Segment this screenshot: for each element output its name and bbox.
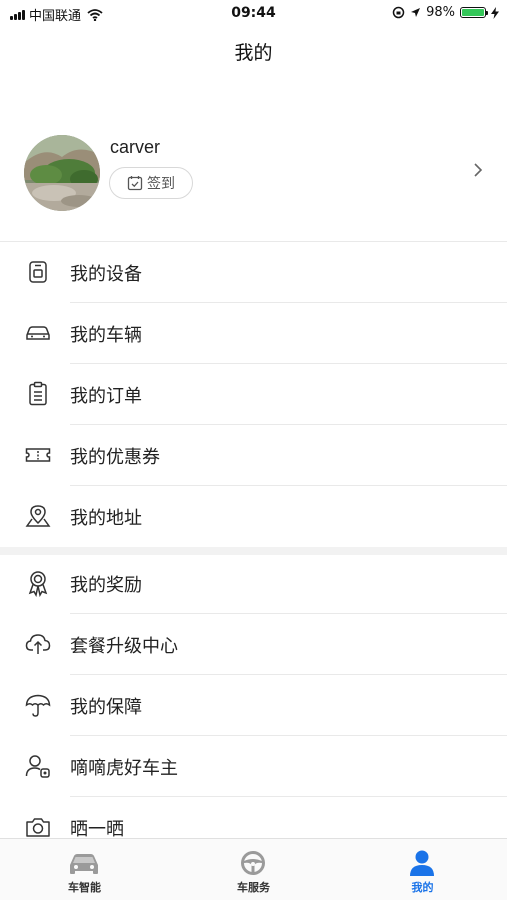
tab-car-service[interactable]: 车服务	[169, 839, 338, 901]
charging-bolt-icon	[491, 6, 499, 19]
user-car-owner-icon	[25, 755, 50, 778]
status-bar: 中国联通 09:44 98%	[0, 0, 507, 28]
tab-label: 车服务	[237, 881, 270, 894]
car-icon	[26, 326, 50, 340]
menu-item-my-vehicles[interactable]: 我的车辆	[0, 303, 507, 364]
avatar[interactable]	[24, 135, 100, 211]
menu-label: 嘀嘀虎好车主	[70, 758, 178, 779]
menu-label: 套餐升级中心	[70, 636, 178, 657]
menu-item-my-address[interactable]: 我的地址	[0, 486, 507, 547]
menu-item-my-orders[interactable]: 我的订单	[0, 364, 507, 425]
menu-item-my-protection[interactable]: 我的保障	[0, 675, 507, 736]
cloud-upload-icon	[25, 634, 51, 654]
device-icon	[29, 261, 47, 283]
menu-item-good-driver[interactable]: 嘀嘀虎好车主	[0, 736, 507, 797]
award-medal-icon	[28, 571, 48, 597]
menu-item-plan-upgrade[interactable]: 套餐升级中心	[0, 614, 507, 675]
menu-item-my-coupons[interactable]: 我的优惠券	[0, 425, 507, 486]
person-icon	[410, 850, 434, 876]
menu-label: 我的订单	[70, 386, 142, 407]
tab-car-smart[interactable]: 车智能	[0, 839, 169, 901]
menu-label: 我的奖励	[70, 575, 142, 596]
battery-icon	[460, 7, 488, 18]
menu-item-my-devices[interactable]: 我的设备	[0, 242, 507, 303]
menu-item-my-rewards[interactable]: 我的奖励	[0, 553, 507, 614]
order-clipboard-icon	[29, 381, 47, 406]
menu-label: 我的优惠券	[70, 447, 160, 468]
calendar-check-icon	[127, 176, 143, 191]
checkin-label: 签到	[147, 176, 175, 192]
page-title: 我的	[234, 42, 273, 64]
tab-label: 我的	[411, 881, 434, 894]
menu-label: 我的地址	[70, 508, 142, 529]
camera-icon	[26, 818, 50, 837]
tab-mine[interactable]: 我的	[338, 839, 507, 901]
car-smart-icon	[70, 854, 98, 874]
steering-wheel-icon	[241, 851, 265, 875]
tab-bar: 车智能 车服务 我的	[0, 838, 507, 900]
username: carver	[110, 137, 161, 157]
profile-header[interactable]: carver 签到	[0, 125, 507, 225]
menu-label: 我的保障	[70, 697, 142, 718]
tab-label: 车智能	[68, 881, 101, 894]
chevron-right-icon[interactable]	[471, 161, 485, 179]
umbrella-icon	[25, 694, 51, 717]
location-arrow-icon	[411, 8, 421, 17]
menu-label: 我的车辆	[70, 325, 142, 346]
avatar-photo	[24, 135, 100, 211]
orientation-lock-icon	[392, 6, 405, 19]
battery-percent: 98%	[426, 5, 455, 20]
coupon-ticket-icon	[25, 448, 51, 462]
menu-label: 我的设备	[70, 264, 142, 285]
checkin-button[interactable]: 签到	[109, 167, 193, 199]
map-pin-icon	[25, 505, 51, 527]
